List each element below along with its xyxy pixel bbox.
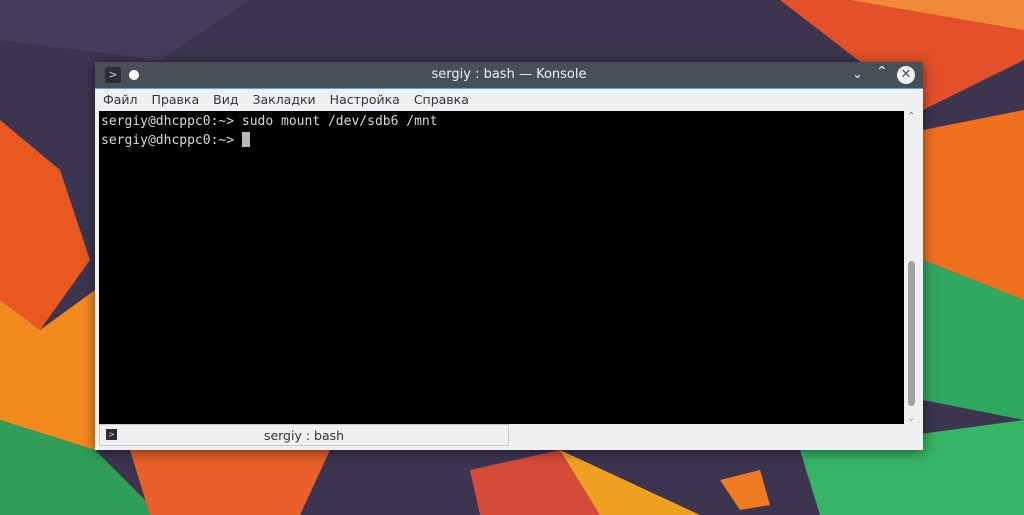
- text-cursor: [241, 132, 250, 147]
- minimize-button[interactable]: ⌄: [852, 67, 868, 83]
- scroll-up-icon[interactable]: ⌃: [907, 111, 915, 122]
- terminal-line: sergiy@dhcppc0:~>: [101, 131, 902, 150]
- window-title: sergiy : bash — Konsole: [431, 67, 587, 82]
- konsole-window: > sergiy : bash — Konsole ⌄ ⌃ ✕ Файл Пра…: [95, 62, 923, 450]
- menu-bar: Файл Правка Вид Закладки Настройка Справ…: [95, 88, 923, 110]
- scroll-down-icon[interactable]: ⌄: [907, 413, 915, 424]
- maximize-button[interactable]: ⌃: [876, 64, 892, 80]
- scrollbar[interactable]: ⌃ ⌄: [905, 111, 919, 424]
- tab-label: sergiy : bash: [263, 428, 345, 443]
- close-button[interactable]: ✕: [897, 66, 915, 84]
- menu-help[interactable]: Справка: [414, 92, 469, 107]
- title-bar[interactable]: > sergiy : bash — Konsole ⌄ ⌃ ✕: [95, 62, 923, 88]
- menu-view[interactable]: Вид: [213, 92, 238, 107]
- menu-edit[interactable]: Правка: [152, 92, 200, 107]
- menu-bookmarks[interactable]: Закладки: [252, 92, 315, 107]
- menu-file[interactable]: Файл: [103, 92, 138, 107]
- prompt: sergiy@dhcppc0:~>: [101, 133, 235, 148]
- command: sudo mount /dev/sdb6 /mnt: [241, 114, 438, 129]
- menu-settings[interactable]: Настройка: [330, 92, 400, 107]
- scrollbar-thumb[interactable]: [908, 261, 915, 406]
- prompt: sergiy@dhcppc0:~>: [101, 114, 235, 129]
- tab-bash[interactable]: > sergiy : bash: [99, 424, 509, 446]
- terminal-line: sergiy@dhcppc0:~> sudo mount /dev/sdb6 /…: [101, 112, 902, 131]
- terminal-area[interactable]: sergiy@dhcppc0:~> sudo mount /dev/sdb6 /…: [99, 111, 904, 424]
